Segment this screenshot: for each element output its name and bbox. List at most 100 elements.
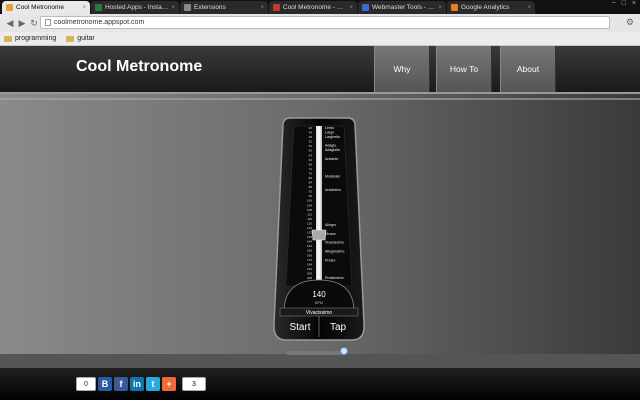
tempo-marking-label: Lento [325,126,334,130]
bpm-scale-number: 132 [307,231,312,235]
toolbar: ◀ ▶ ↻ coolmetronome.appspot.com ⚙ [0,14,640,32]
metronome: 4044485256606366697276808488929610010410… [273,117,365,341]
metronome-favicon-icon [6,4,13,11]
back-arrow-icon[interactable]: ◀ [4,17,16,29]
blogger-icon[interactable]: B [98,377,112,391]
hosted-apps-favicon-icon [95,4,102,11]
bookmarks-bar: programming guitar [0,32,640,46]
share-bar: 0 B f in t + 3 [76,377,206,391]
maximize-icon[interactable]: □ [622,0,626,7]
bpm-scale-number: 76 [309,172,313,176]
address-bar[interactable]: coolmetronome.appspot.com [40,16,610,29]
webmaster-favicon-icon [362,4,369,11]
wrench-menu-icon[interactable]: ⚙ [626,17,634,28]
forward-arrow-icon[interactable]: ▶ [16,17,28,29]
facebook-icon[interactable]: f [114,377,128,391]
addthis-icon[interactable]: + [162,377,176,391]
bpm-scale-number: 116 [307,217,312,221]
bpm-scale-number: 168 [307,253,312,257]
tab-edit-item[interactable]: Cool Metronome - Edit Ite× [269,1,357,14]
close-tab-icon[interactable]: × [527,5,531,11]
minimize-icon[interactable]: − [612,0,616,7]
tempo-marking-label: Adagio [325,144,336,148]
close-tab-icon[interactable]: × [171,5,175,11]
bpm-scale-number: 126 [307,226,312,230]
bpm-scale-number: 52 [309,140,313,144]
bookmark-guitar[interactable]: guitar [66,35,95,42]
bpm-unit: BPM [315,301,323,305]
tempo-marking-label: Presto [325,258,335,262]
bookmark-programming[interactable]: programming [4,35,56,42]
tempo-marking-label: Allegro [325,223,336,227]
nav-about[interactable]: About [500,46,556,92]
tab-webmaster-tools[interactable]: Webmaster Tools - Dashb× [358,1,446,14]
bpm-scale-number: 200 [307,272,312,276]
twitter-icon[interactable]: t [146,377,160,391]
tempo-marking-label: Allegrissimo [325,250,344,254]
analytics-favicon-icon [451,4,458,11]
bpm-scale-number: 44 [309,131,313,135]
control-bar [0,354,640,368]
url-text: coolmetronome.appspot.com [54,19,145,26]
linkedin-icon[interactable]: in [130,377,144,391]
edit-favicon-icon [273,4,280,11]
bpm-scale-number: 40 [309,126,313,130]
tempo-marking-label: Andantino [325,188,341,192]
tempo-marking-label: Vivacissimo [325,241,344,245]
close-tab-icon[interactable]: × [260,5,264,11]
bpm-scale-number: 120 [307,222,312,226]
bpm-scale-number: 92 [309,190,313,194]
nav-why[interactable]: Why [374,46,430,92]
reload-icon[interactable]: ↻ [28,17,40,29]
tempo-name: Vivacissimo [306,310,333,316]
pendulum-weight [311,229,327,241]
tab-bar: Cool Metronome× Hosted Apps - Installabl… [0,0,640,14]
tab-google-analytics[interactable]: Google Analytics × [447,1,535,14]
tab-extensions[interactable]: Extensions × [180,1,268,14]
share-count: 0 [76,377,96,391]
tempo-marking-label: Adagietto [325,148,340,152]
tempo-marking-label: Larghetto [325,135,340,139]
page-content: Cool Metronome Why How To About 40 44 48 52… [0,46,640,400]
nav-how-to[interactable]: How To [436,46,492,92]
bpm-scale-number: 176 [307,258,312,262]
tempo-slider[interactable] [286,351,346,355]
bpm-scale-number: 69 [309,162,313,166]
bpm-scale-number: 112 [307,212,312,216]
folder-icon [66,35,75,42]
tap-button[interactable]: Tap [330,322,347,333]
bpm-scale-number: 144 [307,240,312,244]
tab-cool-metronome[interactable]: Cool Metronome × [2,1,90,14]
close-tab-icon[interactable]: × [438,5,442,11]
bpm-scale-number: 72 [309,167,313,171]
tempo-marking-label: Prestissimo [325,276,344,280]
extensions-favicon-icon [184,4,191,11]
bpm-scale-number: 60 [309,149,313,153]
start-button[interactable]: Start [289,322,310,333]
tempo-slider-thumb[interactable] [340,347,348,355]
bpm-scale-number: 96 [309,194,313,198]
bpm-scale-number: 152 [307,244,312,248]
addthis-count: 3 [182,377,206,391]
bpm-scale-number: 80 [309,176,313,180]
site-title[interactable]: Cool Metronome [76,58,202,76]
header-divider [0,98,640,100]
bpm-scale-number: 138 [307,235,312,239]
page-icon [45,19,51,26]
bpm-scale-number: 84 [309,181,313,185]
bpm-scale-number: 184 [307,262,312,266]
close-tab-icon[interactable]: × [349,5,353,11]
tab-hosted-apps[interactable]: Hosted Apps - Installable× [91,1,179,14]
bpm-scale-number: 66 [309,158,313,162]
bpm-scale-number: 108 [307,208,312,212]
close-tab-icon[interactable]: × [82,5,86,11]
bpm-scale-number: 48 [309,135,313,139]
bpm-scale-number: 63 [309,153,313,157]
window-controls: − □ × [612,0,636,7]
bpm-scale-number: 104 [307,203,312,207]
bpm-scale-number: 208 [307,276,312,280]
close-window-icon[interactable]: × [632,0,636,7]
bpm-value: 140 [312,290,326,299]
tempo-marking-label: Andante [325,157,338,161]
bpm-scale-number: 160 [307,249,312,253]
